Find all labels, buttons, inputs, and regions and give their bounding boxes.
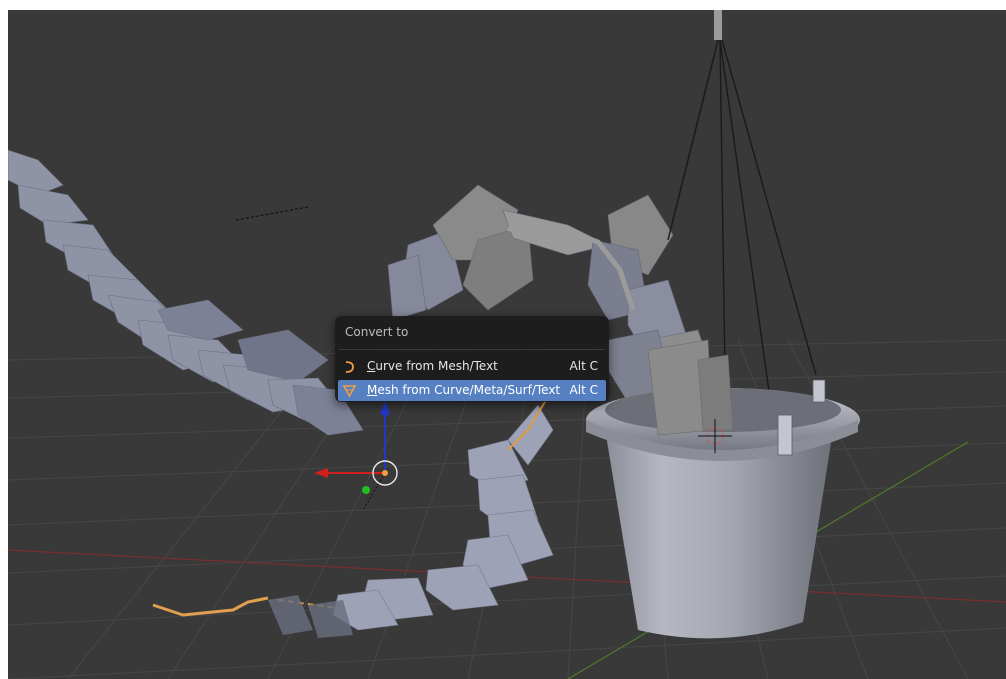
menu-title: Convert to [345,325,409,339]
screenshot-frame: Convert to Curve from Mesh/Text Alt C Me… [0,0,1006,679]
menu-item-label: Mesh from Curve/Meta/Surf/Text [367,383,561,397]
menu-item-shortcut: Alt C [569,359,598,373]
hook [714,10,722,40]
convert-to-menu: Convert to Curve from Mesh/Text Alt C Me… [335,316,609,402]
mesh-icon [342,383,357,398]
menu-item-curve-from-mesh-text[interactable]: Curve from Mesh/Text Alt C [338,356,606,377]
menu-item-shortcut: Alt C [569,383,598,397]
empty-object-dashes [235,206,309,221]
menu-separator [339,349,605,350]
curve-icon [342,359,357,374]
plant-leaves-left [8,149,364,436]
menu-item-mesh-from-curve-meta-surf-text[interactable]: Mesh from Curve/Meta/Surf/Text Alt C [338,380,606,401]
stem-selected-lower [152,596,269,617]
menu-item-label: Curve from Mesh/Text [367,359,498,373]
